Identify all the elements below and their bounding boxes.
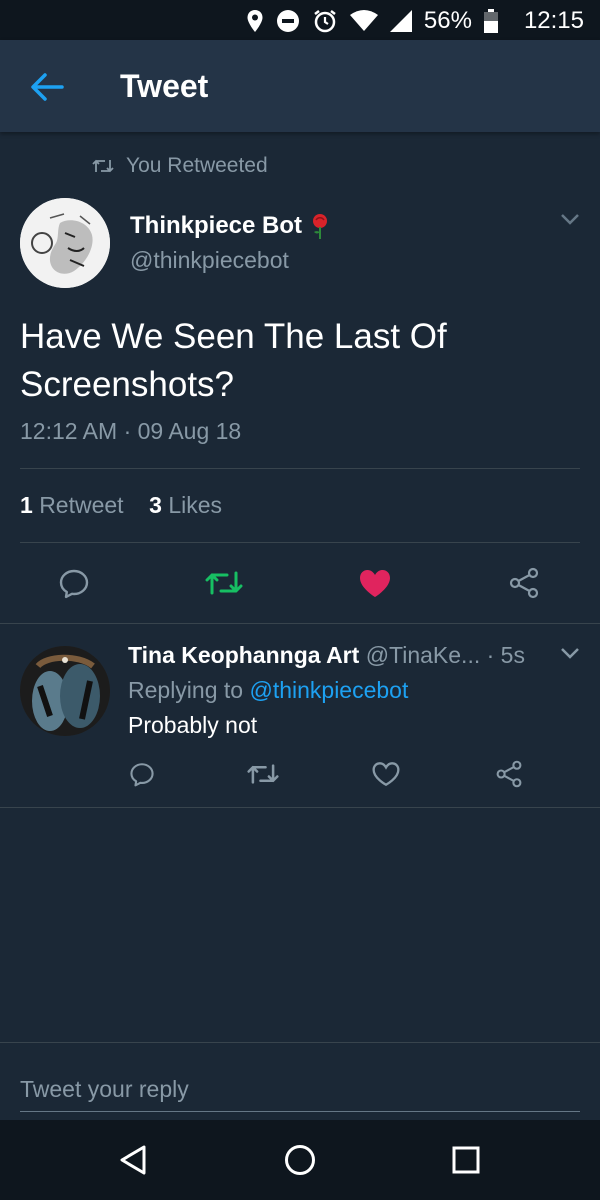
replying-to: Replying to @thinkpiecebot (128, 677, 408, 704)
section-divider (0, 807, 600, 808)
share-button[interactable] (504, 563, 544, 603)
author-name-text: Thinkpiece Bot (130, 212, 303, 239)
retweet-context: You Retweeted (92, 154, 268, 178)
heart-filled-icon (360, 570, 390, 597)
location-icon (247, 10, 263, 32)
clock: 12:15 (523, 7, 584, 34)
replying-prefix: Replying to (128, 677, 244, 703)
retweet-small-icon (92, 159, 114, 173)
replying-to-link[interactable]: @thinkpiecebot (249, 677, 408, 703)
divider (20, 468, 580, 469)
author-handle[interactable]: @thinkpiecebot (130, 247, 289, 274)
wifi-icon (349, 10, 378, 31)
reply-avatar[interactable] (20, 646, 110, 736)
alarm-icon (314, 10, 336, 33)
divider (20, 542, 580, 543)
like-count: 3 (149, 492, 162, 518)
arrow-left-icon (31, 73, 64, 101)
retweets-stat[interactable]: 1 Retweet (20, 492, 124, 518)
reply-icon (130, 763, 154, 787)
page-title: Tweet (120, 68, 209, 104)
reply-like-button[interactable] (366, 754, 406, 794)
nav-home-button[interactable] (280, 1140, 320, 1180)
status-bar: 56% 12:15 (0, 0, 600, 40)
cell-signal-icon (389, 10, 412, 32)
like-label: Likes (168, 492, 223, 518)
reply-author-handle[interactable]: @TinaKe... (366, 642, 481, 668)
reply-retweet-button[interactable] (243, 754, 283, 794)
reply-menu-button[interactable] (560, 646, 580, 665)
reply-input[interactable] (20, 1067, 580, 1112)
back-button[interactable] (30, 72, 70, 102)
system-nav-bar (0, 1120, 600, 1200)
tweet-text: Have We Seen The Last Of Screenshots? (20, 317, 447, 404)
heart-outline-icon (372, 762, 400, 787)
tweet-stats: 1 Retweet 3 Likes (20, 492, 222, 519)
section-divider (0, 623, 600, 624)
avatar-illustration (20, 198, 110, 288)
share-icon (509, 567, 539, 599)
reply-button[interactable] (54, 563, 94, 603)
home-circle-icon (285, 1145, 315, 1175)
chevron-down-icon (561, 648, 579, 659)
author-avatar[interactable] (20, 198, 110, 288)
like-button[interactable] (355, 563, 395, 603)
reply-actions (0, 754, 600, 794)
tweet-timestamp: 12:12 AM · 09 Aug 18 (20, 418, 242, 444)
back-triangle-icon (120, 1145, 146, 1175)
retweet-context-label: You Retweeted (126, 154, 268, 177)
battery-icon (483, 9, 498, 33)
do-not-disturb-icon (276, 10, 299, 32)
nav-recents-button[interactable] (446, 1140, 486, 1180)
reply-share-button[interactable] (489, 754, 529, 794)
reply-reply-button[interactable] (122, 754, 162, 794)
retweet-button[interactable] (204, 563, 244, 603)
app-bar: Tweet (0, 40, 600, 132)
reply-author-name[interactable]: Tina Keophannga Art (128, 642, 359, 668)
tweet-actions (0, 563, 600, 603)
retweet-icon (247, 764, 279, 784)
rose-emoji-icon (313, 214, 328, 239)
reply-composer (0, 1042, 600, 1121)
chevron-down-icon (561, 214, 579, 225)
nav-back-button[interactable] (113, 1140, 153, 1180)
recents-square-icon (452, 1146, 480, 1174)
reply-text: Probably not (128, 712, 258, 738)
retweet-label: Retweet (39, 492, 124, 518)
reply-icon (59, 569, 89, 599)
reply-avatar-image (20, 646, 110, 736)
author-name[interactable]: Thinkpiece Bot (130, 212, 330, 240)
reply-age: · 5s (486, 642, 525, 668)
share-icon (496, 760, 522, 788)
retweet-count: 1 (20, 492, 33, 518)
retweet-icon (205, 571, 243, 595)
tweet-menu-button[interactable] (560, 212, 580, 231)
battery-percent: 56% (423, 7, 472, 34)
likes-stat[interactable]: 3 Likes (149, 492, 222, 518)
reply-header: Tina Keophannga Art @TinaKe... · 5s (128, 642, 525, 669)
